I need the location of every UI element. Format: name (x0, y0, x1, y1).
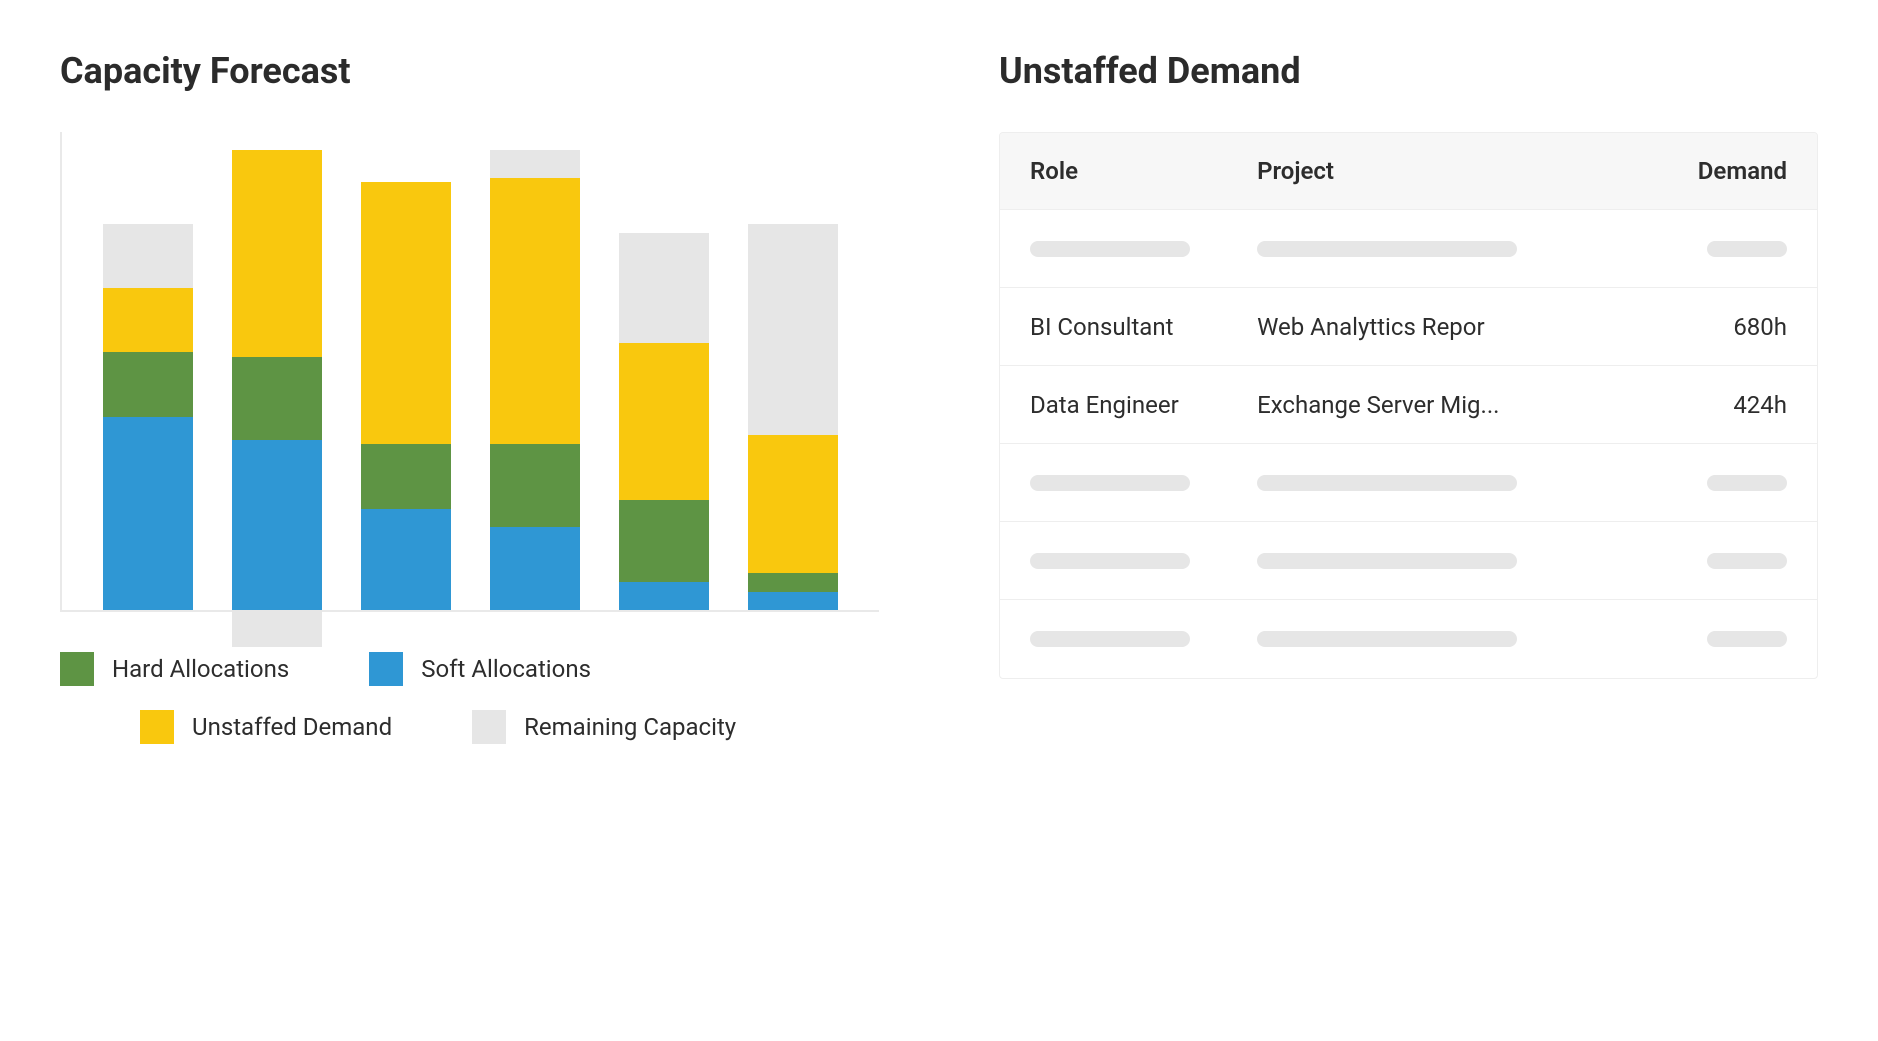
skeleton-placeholder (1707, 553, 1787, 569)
legend-label-hard: Hard Allocations (112, 655, 289, 683)
unstaffed-demand-panel: Unstaffed Demand Role Project Demand BI … (999, 50, 1818, 768)
chart-segment-unstaffed (232, 150, 322, 357)
legend-item-hard: Hard Allocations (60, 652, 289, 686)
skeleton-placeholder (1030, 553, 1190, 569)
col-header-demand: Demand (1673, 157, 1787, 185)
chart-segment-hard (490, 444, 580, 527)
chart-segment-unstaffed (490, 178, 580, 445)
table-row[interactable] (1000, 444, 1817, 522)
skeleton-placeholder (1257, 475, 1517, 491)
chart-segment-soft (361, 509, 451, 610)
chart-segment-unstaffed (619, 343, 709, 499)
legend-item-soft: Soft Allocations (369, 652, 591, 686)
chart-segment-remaining (619, 233, 709, 343)
legend-label-soft: Soft Allocations (421, 655, 591, 683)
chart-segment-soft (103, 417, 193, 610)
unstaffed-demand-title: Unstaffed Demand (999, 50, 1818, 92)
chart-bar (490, 150, 580, 610)
swatch-hard-icon (60, 652, 94, 686)
chart-segment-hard (748, 573, 838, 591)
table-row[interactable] (1000, 210, 1817, 288)
chart-segment-soft (490, 527, 580, 610)
chart-segment-hard (361, 444, 451, 508)
chart-bar (361, 182, 451, 610)
col-header-project: Project (1257, 157, 1673, 185)
table-row[interactable] (1000, 600, 1817, 678)
skeleton-placeholder (1257, 631, 1517, 647)
skeleton-placeholder (1030, 241, 1190, 257)
swatch-remaining-icon (472, 710, 506, 744)
skeleton-placeholder (1030, 475, 1190, 491)
skeleton-placeholder (1030, 631, 1190, 647)
table-row[interactable]: Data EngineerExchange Server Mig...424h (1000, 366, 1817, 444)
capacity-forecast-panel: Capacity Forecast Hard Allocations Soft … (60, 50, 879, 768)
capacity-forecast-chart (60, 132, 879, 612)
legend-item-unstaffed: Unstaffed Demand (140, 710, 392, 744)
chart-segment-soft (619, 582, 709, 610)
chart-segment-unstaffed (748, 435, 838, 573)
capacity-forecast-title: Capacity Forecast (60, 50, 879, 92)
chart-segment-soft (232, 440, 322, 610)
skeleton-placeholder (1707, 475, 1787, 491)
chart-bar (748, 224, 838, 610)
legend-label-remaining: Remaining Capacity (524, 713, 736, 741)
legend-label-unstaffed: Unstaffed Demand (192, 713, 392, 741)
skeleton-placeholder (1707, 631, 1787, 647)
cell-project: Exchange Server Mig... (1257, 391, 1673, 419)
chart-bar (619, 233, 709, 610)
skeleton-placeholder (1707, 241, 1787, 257)
unstaffed-demand-table: Role Project Demand BI ConsultantWeb Ana… (999, 132, 1818, 679)
cell-project: Web Analyttics Repor (1257, 313, 1673, 341)
chart-bar (232, 150, 322, 610)
table-header: Role Project Demand (1000, 133, 1817, 210)
table-row[interactable]: BI ConsultantWeb Analyttics Repor680h (1000, 288, 1817, 366)
chart-segment-remaining (748, 224, 838, 436)
swatch-soft-icon (369, 652, 403, 686)
legend-item-remaining: Remaining Capacity (472, 710, 736, 744)
chart-legend: Hard Allocations Soft Allocations Unstaf… (60, 652, 879, 744)
table-row[interactable] (1000, 522, 1817, 600)
chart-segment-hard (619, 500, 709, 583)
col-header-role: Role (1030, 157, 1257, 185)
swatch-unstaffed-icon (140, 710, 174, 744)
cell-demand: 424h (1673, 391, 1787, 419)
cell-role: BI Consultant (1030, 313, 1257, 341)
skeleton-placeholder (1257, 553, 1517, 569)
cell-demand: 680h (1673, 313, 1787, 341)
chart-segment-remaining (103, 224, 193, 288)
chart-segment-unstaffed (103, 288, 193, 352)
chart-segment-remaining-negative (232, 610, 322, 647)
chart-segment-unstaffed (361, 182, 451, 444)
chart-segment-hard (103, 352, 193, 416)
cell-role: Data Engineer (1030, 391, 1257, 419)
chart-segment-hard (232, 357, 322, 440)
chart-segment-remaining (490, 150, 580, 178)
chart-bar (103, 224, 193, 610)
chart-segment-soft (748, 592, 838, 610)
skeleton-placeholder (1257, 241, 1517, 257)
